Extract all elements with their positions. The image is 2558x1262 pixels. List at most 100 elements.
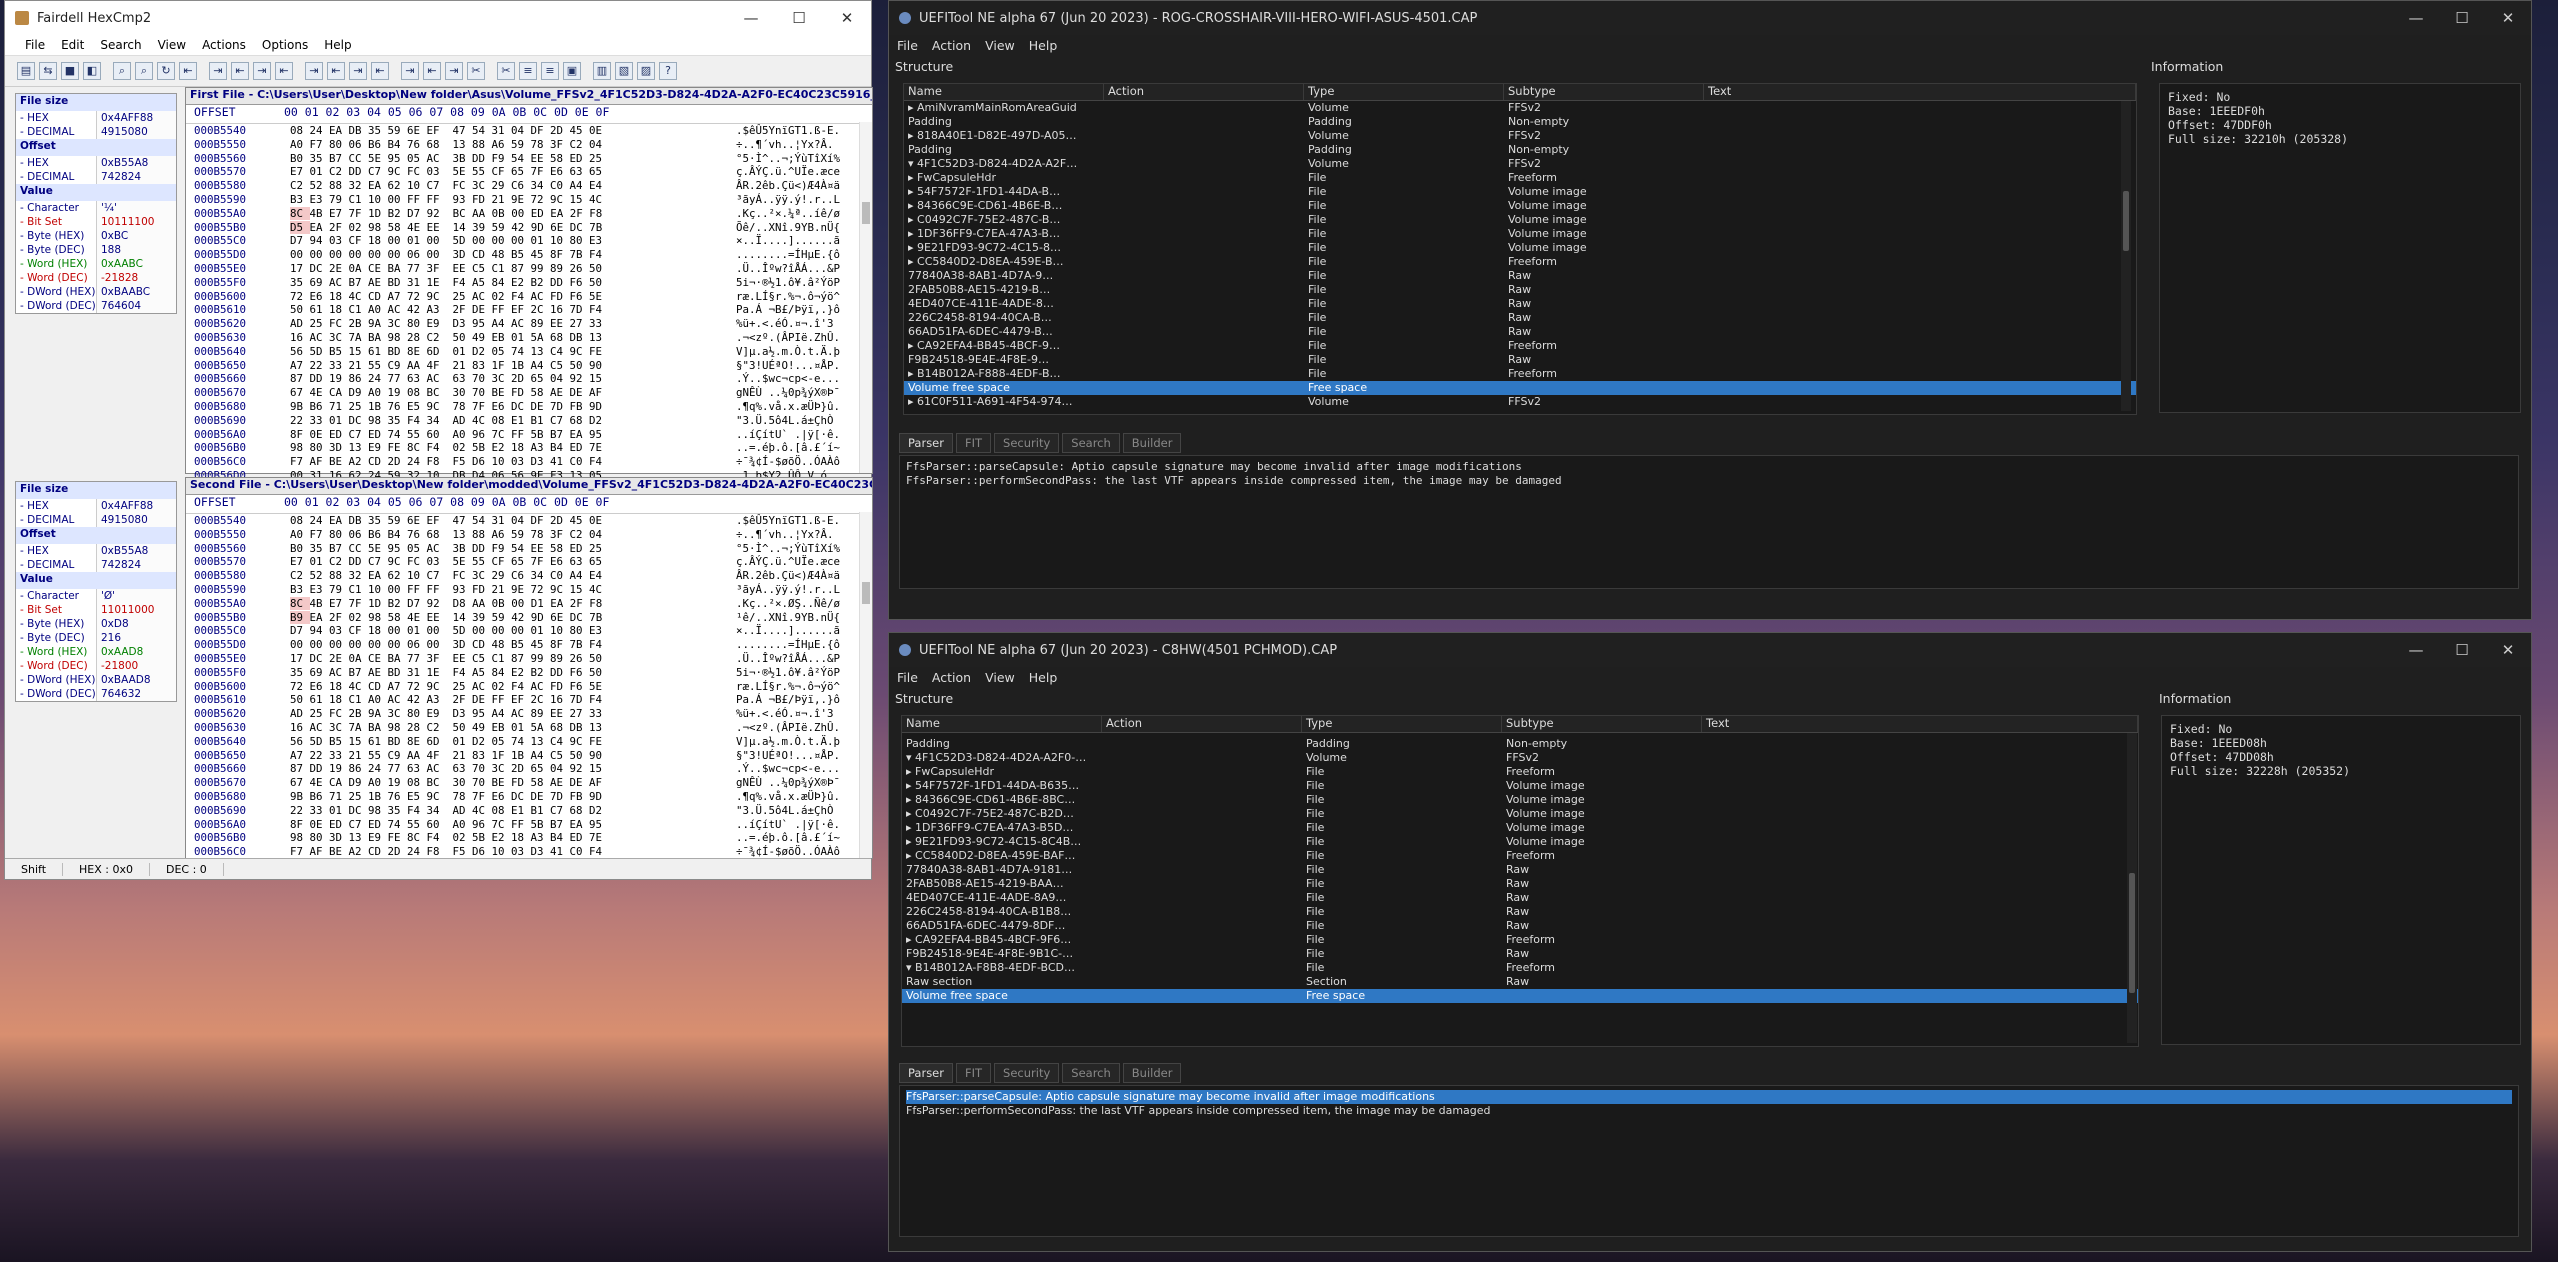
tree-row[interactable]: ▸ CA92EFA4-BB45-4BCF-9F6… File Freeform bbox=[902, 933, 2138, 947]
toolbar-button-icon[interactable]: ⇥ bbox=[401, 62, 419, 80]
tree-row[interactable]: ▾ B14B012A-F8B8-4EDF-BCD… File Freeform bbox=[902, 961, 2138, 975]
menu-item-view[interactable]: View bbox=[158, 38, 186, 52]
column-header-action[interactable]: Action bbox=[1102, 716, 1302, 732]
tree-row[interactable]: ▸ FwCapsuleHdr File Freeform bbox=[902, 765, 2138, 779]
toolbar-button-icon[interactable]: ⇥ bbox=[253, 62, 271, 80]
maximize-icon[interactable]: ☐ bbox=[775, 9, 823, 27]
column-header-type[interactable]: Type bbox=[1302, 716, 1502, 732]
parser-message[interactable]: FfsParser::performSecondPass: the last V… bbox=[906, 1104, 2512, 1118]
menu-item-help[interactable]: Help bbox=[324, 38, 351, 52]
menu-item-file[interactable]: File bbox=[25, 38, 45, 52]
menu-item-help[interactable]: Help bbox=[1029, 670, 1058, 685]
tab-search[interactable]: Search bbox=[1062, 1063, 1120, 1083]
tree-row[interactable]: ▸ 61C0F511-A691-4F54-974… Volume FFSv2 bbox=[904, 395, 2136, 409]
toolbar-button-icon[interactable]: ⇥ bbox=[209, 62, 227, 80]
tree-row[interactable]: 2FAB50B8-AE15-4219-B… File Raw bbox=[904, 283, 2136, 297]
tab-fit[interactable]: FIT bbox=[956, 1063, 992, 1083]
toolbar-button-icon[interactable]: ⇆ bbox=[39, 62, 57, 80]
scrollbar[interactable] bbox=[2127, 733, 2137, 1043]
toolbar-button-icon[interactable]: ◧ bbox=[83, 62, 101, 80]
second-file-pane[interactable]: Second File - C:\Users\User\Desktop\New … bbox=[185, 477, 873, 872]
tree-row[interactable]: Volume free space Free space bbox=[904, 381, 2136, 395]
maximize-icon[interactable]: ☐ bbox=[2439, 641, 2485, 659]
close-icon[interactable]: ✕ bbox=[2485, 9, 2531, 27]
parser-messages[interactable]: FfsParser::parseCapsule: Aptio capsule s… bbox=[899, 455, 2519, 589]
toolbar-button-icon[interactable]: ▤ bbox=[17, 62, 35, 80]
column-header-subtype[interactable]: Subtype bbox=[1502, 716, 1702, 732]
column-header-action[interactable]: Action bbox=[1104, 84, 1304, 100]
menu-item-help[interactable]: Help bbox=[1029, 38, 1058, 53]
tree-row[interactable]: ▸ 818A40E1-D82E-497D-A05… Volume FFSv2 bbox=[904, 129, 2136, 143]
menu-item-action[interactable]: Action bbox=[932, 38, 971, 53]
tab-builder[interactable]: Builder bbox=[1122, 1063, 1182, 1083]
tab-parser[interactable]: Parser bbox=[899, 433, 953, 453]
menu-item-file[interactable]: File bbox=[897, 38, 918, 53]
parser-message[interactable]: FfsParser::parseCapsule: Aptio capsule s… bbox=[906, 460, 2512, 474]
maximize-icon[interactable]: ☐ bbox=[2439, 9, 2485, 27]
tree-row[interactable]: F9B24518-9E4E-4F8E-9B1C-… File Raw bbox=[902, 947, 2138, 961]
tree-row[interactable]: 226C2458-8194-40CA-B1B8… File Raw bbox=[902, 905, 2138, 919]
toolbar-button-icon[interactable]: ▧ bbox=[615, 62, 633, 80]
tree-row[interactable]: ▸ 84366C9E-CD61-4B6E-B… File Volume image bbox=[904, 199, 2136, 213]
tree-row[interactable]: 4ED407CE-411E-4ADE-8A9… File Raw bbox=[902, 891, 2138, 905]
menu-item-file[interactable]: File bbox=[897, 670, 918, 685]
tree-row[interactable]: ▸ FwCapsuleHdr File Freeform bbox=[904, 171, 2136, 185]
tree-row[interactable]: ▸ 1DF36FF9-C7EA-47A3-B5D… File Volume imag… bbox=[902, 821, 2138, 835]
toolbar-button-icon[interactable]: ⌕ bbox=[113, 62, 131, 80]
toolbar-button-icon[interactable]: ↻ bbox=[157, 62, 175, 80]
tab-search[interactable]: Search bbox=[1062, 433, 1120, 453]
menu-item-action[interactable]: Action bbox=[932, 670, 971, 685]
toolbar-button-icon[interactable]: ⌕ bbox=[135, 62, 153, 80]
tree-row[interactable]: 66AD51FA-6DEC-4479-B… File Raw bbox=[904, 325, 2136, 339]
tree-row[interactable]: ▸ C0492C7F-75E2-487C-B… File Volume image bbox=[904, 213, 2136, 227]
tree-row[interactable]: 66AD51FA-6DEC-4479-8DF… File Raw bbox=[902, 919, 2138, 933]
tree-row[interactable]: Padding Padding Non-empty bbox=[904, 143, 2136, 157]
tree-row[interactable]: ▸ CA92EFA4-BB45-4BCF-9… File Freeform bbox=[904, 339, 2136, 353]
toolbar-button-icon[interactable]: ⇥ bbox=[305, 62, 323, 80]
parser-message[interactable]: FfsParser::performSecondPass: the last V… bbox=[906, 474, 2512, 488]
tree-row[interactable]: ▸ 9E21FD93-9C72-4C15-8C4B… File Volume ima… bbox=[902, 835, 2138, 849]
menu-item-actions[interactable]: Actions bbox=[202, 38, 246, 52]
tree-row[interactable]: Padding Padding Non-empty bbox=[902, 737, 2138, 751]
first-file-pane[interactable]: First File - C:\Users\User\Desktop\New f… bbox=[185, 87, 873, 482]
toolbar-button-icon[interactable]: ⇤ bbox=[423, 62, 441, 80]
column-header-name[interactable]: Name bbox=[904, 84, 1104, 100]
tree-row[interactable]: ▾ 4F1C52D3-D824-4D2A-A2F… Volume FFSv2 bbox=[904, 157, 2136, 171]
scrollbar[interactable] bbox=[859, 512, 872, 858]
tree-row[interactable]: 2FAB50B8-AE15-4219-BAA… File Raw bbox=[902, 877, 2138, 891]
tree-row[interactable]: ▸ 54F7572F-1FD1-44DA-B635… File Volume ima… bbox=[902, 779, 2138, 793]
toolbar-button-icon[interactable]: ⇤ bbox=[179, 62, 197, 80]
minimize-icon[interactable]: — bbox=[2393, 9, 2439, 27]
tree-row[interactable]: ▸ 1DF36FF9-C7EA-47A3-B… File Volume image bbox=[904, 227, 2136, 241]
toolbar-button-icon[interactable]: ⇤ bbox=[371, 62, 389, 80]
toolbar-button-icon[interactable]: ⇥ bbox=[445, 62, 463, 80]
tree-row[interactable]: ▸ B14B012A-F888-4EDF-B… File Freeform bbox=[904, 367, 2136, 381]
toolbar-button-icon[interactable]: ⇤ bbox=[275, 62, 293, 80]
column-header-subtype[interactable]: Subtype bbox=[1504, 84, 1704, 100]
column-header-type[interactable]: Type bbox=[1304, 84, 1504, 100]
tab-builder[interactable]: Builder bbox=[1122, 433, 1182, 453]
parser-messages[interactable]: FfsParser::parseCapsule: Aptio capsule s… bbox=[899, 1085, 2519, 1237]
toolbar-button-icon[interactable]: ▥ bbox=[593, 62, 611, 80]
tab-security[interactable]: Security bbox=[994, 433, 1060, 453]
tab-parser[interactable]: Parser bbox=[899, 1063, 953, 1083]
toolbar-button-icon[interactable]: ✂ bbox=[467, 62, 485, 80]
tree-row[interactable]: ▸ CC5840D2-D8EA-459E-B… File Freeform bbox=[904, 255, 2136, 269]
tree-row[interactable]: 226C2458-8194-40CA-B… File Raw bbox=[904, 311, 2136, 325]
tree-row[interactable]: ▸ AmiNvramMainRomAreaGuid Volume FFSv2 bbox=[904, 101, 2136, 115]
column-header-text[interactable]: Text bbox=[1704, 84, 2136, 100]
tree-row[interactable]: 4ED407CE-411E-4ADE-8… File Raw bbox=[904, 297, 2136, 311]
toolbar-button-icon[interactable]: ✂ bbox=[497, 62, 515, 80]
minimize-icon[interactable]: — bbox=[2393, 641, 2439, 659]
tab-security[interactable]: Security bbox=[994, 1063, 1060, 1083]
structure-tree[interactable]: Name Action Type Subtype Text Padding Padding… bbox=[901, 715, 2139, 1047]
structure-tree[interactable]: Name Action Type Subtype Text ▸ AmiNvramMain… bbox=[903, 83, 2137, 415]
menu-item-edit[interactable]: Edit bbox=[61, 38, 84, 52]
tree-row[interactable]: 77840A38-8AB1-4D7A-9… File Raw bbox=[904, 269, 2136, 283]
toolbar-button-icon[interactable]: ≡ bbox=[519, 62, 537, 80]
tree-row[interactable]: ▸ 84366C9E-CD61-4B6E-8BC… File Volume imag… bbox=[902, 793, 2138, 807]
menu-item-options[interactable]: Options bbox=[262, 38, 308, 52]
minimize-icon[interactable]: — bbox=[727, 9, 775, 27]
toolbar-button-icon[interactable]: ≡ bbox=[541, 62, 559, 80]
close-icon[interactable]: ✕ bbox=[823, 9, 871, 27]
